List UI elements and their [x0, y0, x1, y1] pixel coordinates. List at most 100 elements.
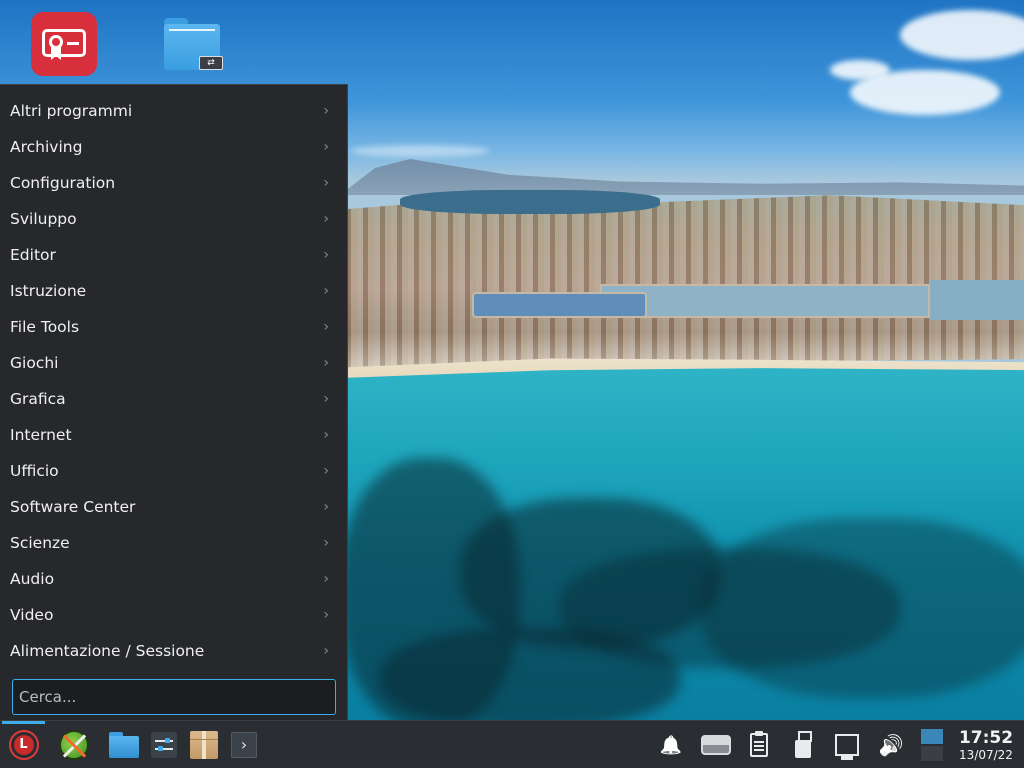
application-menu: Altri programmi › Archiving › Configuratio…	[0, 84, 348, 720]
network-wired-icon	[835, 734, 859, 760]
digital-clock[interactable]: 17:52 13/07/22	[952, 721, 1020, 768]
mount-badge-icon: ⇄	[199, 56, 223, 70]
chevron-right-icon: ›	[323, 139, 329, 155]
pager-desktop-2[interactable]	[921, 746, 943, 761]
menu-item-label: Archiving	[10, 138, 83, 156]
chevron-right-icon: ›	[323, 607, 329, 623]
storage-drive-button[interactable]	[698, 721, 734, 768]
menu-item-label: Altri programmi	[10, 102, 133, 120]
wallpaper-mountains	[340, 159, 1024, 195]
menu-item-label: Scienze	[10, 534, 70, 552]
menu-item-ufficio[interactable]: Ufficio ›	[0, 453, 347, 489]
menu-item-label: Giochi	[10, 354, 59, 372]
launcher-logo-glyph: L	[13, 735, 34, 755]
clock-time: 17:52	[958, 728, 1014, 748]
taskbar: L › 🔔 🔊 17:52 13/07/22	[0, 720, 1024, 768]
network-button[interactable]	[830, 721, 864, 768]
speaker-icon: 🔊	[878, 733, 904, 757]
drive-icon	[701, 735, 731, 755]
clock-date: 13/07/22	[959, 748, 1013, 762]
chevron-right-icon: ›	[323, 535, 329, 551]
wallpaper-saltpan	[600, 284, 930, 318]
menu-item-audio[interactable]: Audio ›	[0, 561, 347, 597]
chevron-right-icon: ›	[323, 103, 329, 119]
folder-icon	[109, 732, 139, 758]
menu-item-label: Editor	[10, 246, 56, 264]
removable-devices-button[interactable]	[789, 721, 817, 768]
file-manager-button[interactable]	[106, 721, 142, 768]
menu-item-file-tools[interactable]: File Tools ›	[0, 309, 347, 345]
package-manager-button[interactable]	[186, 721, 222, 768]
folder-line-shape	[169, 29, 215, 31]
chevron-right-icon: ›	[323, 283, 329, 299]
application-launcher-button[interactable]: L	[2, 721, 45, 768]
chevron-right-icon: ›	[323, 499, 329, 515]
chevron-right-icon: ›	[323, 427, 329, 443]
chevron-right-icon: ›	[323, 319, 329, 335]
menu-item-label: Istruzione	[10, 282, 87, 300]
menu-item-alimentazione-sessione[interactable]: Alimentazione / Sessione ›	[0, 633, 347, 669]
chevron-right-icon: ›	[323, 391, 329, 407]
launcher-logo-icon: L	[8, 730, 39, 760]
chevron-right-icon: ›	[323, 247, 329, 263]
menu-item-label: Grafica	[10, 390, 66, 408]
menu-item-sviluppo[interactable]: Sviluppo ›	[0, 201, 347, 237]
certificate-seal-shape	[49, 35, 63, 49]
chevron-right-icon: ›	[323, 463, 329, 479]
menu-item-istruzione[interactable]: Istruzione ›	[0, 273, 347, 309]
wallpaper-reef	[380, 628, 680, 720]
usb-icon	[795, 731, 812, 759]
pager-desktop-1[interactable]	[921, 729, 943, 744]
menu-item-internet[interactable]: Internet ›	[0, 417, 347, 453]
menu-item-label: Sviluppo	[10, 210, 77, 228]
notifications-button[interactable]: 🔔	[656, 721, 686, 768]
menu-item-video[interactable]: Video ›	[0, 597, 347, 633]
wallpaper-saltpan	[472, 292, 647, 318]
virtual-desktop-pager[interactable]	[918, 721, 946, 768]
menu-item-grafica[interactable]: Grafica ›	[0, 381, 347, 417]
wallpaper-harbor	[400, 190, 660, 214]
folder-mount-icon[interactable]: ⇄	[163, 18, 223, 72]
menu-item-software-center[interactable]: Software Center ›	[0, 489, 347, 525]
bell-icon: 🔔	[659, 734, 683, 756]
system-tools-button[interactable]	[56, 721, 92, 768]
menu-item-label: Audio	[10, 570, 55, 588]
menu-item-label: Internet	[10, 426, 72, 444]
wallpaper-city	[340, 195, 1024, 368]
wallpaper-cloud	[350, 145, 490, 157]
menu-item-label: Configuration	[10, 174, 116, 192]
search-input[interactable]	[12, 679, 336, 715]
menu-item-archiving[interactable]: Archiving ›	[0, 129, 347, 165]
clipboard-button[interactable]	[745, 721, 773, 768]
menu-item-altri-programmi[interactable]: Altri programmi ›	[0, 93, 347, 129]
certificate-app-icon[interactable]	[31, 12, 97, 76]
menu-item-configuration[interactable]: Configuration ›	[0, 165, 347, 201]
menu-item-scienze[interactable]: Scienze ›	[0, 525, 347, 561]
chevron-right-icon: ›	[323, 571, 329, 587]
menu-category-list: Altri programmi › Archiving › Configuratio…	[0, 93, 347, 669]
terminal-button[interactable]: ›	[226, 721, 262, 768]
package-icon	[190, 731, 218, 759]
wallpaper-reef	[700, 518, 1024, 698]
menu-item-giochi[interactable]: Giochi ›	[0, 345, 347, 381]
menu-item-label: Software Center	[10, 498, 136, 516]
chevron-right-icon: ›	[323, 355, 329, 371]
wallpaper-saltpan	[930, 280, 1024, 320]
chevron-right-icon: ›	[323, 643, 329, 659]
menu-item-editor[interactable]: Editor ›	[0, 237, 347, 273]
wallpaper-cloud	[900, 10, 1024, 60]
wallpaper-cloud	[830, 60, 890, 80]
terminal-icon: ›	[231, 732, 257, 758]
chevron-right-icon: ›	[323, 211, 329, 227]
volume-button[interactable]: 🔊	[874, 721, 908, 768]
certificate-line-shape	[67, 42, 79, 45]
tools-icon	[59, 730, 89, 760]
pager-icon	[921, 729, 943, 761]
menu-item-label: File Tools	[10, 318, 80, 336]
menu-item-label: Alimentazione / Sessione	[10, 642, 205, 660]
settings-sliders-icon	[151, 732, 177, 758]
system-settings-button[interactable]	[146, 721, 182, 768]
menu-item-label: Ufficio	[10, 462, 59, 480]
menu-item-label: Video	[10, 606, 54, 624]
clipboard-icon	[750, 731, 768, 757]
